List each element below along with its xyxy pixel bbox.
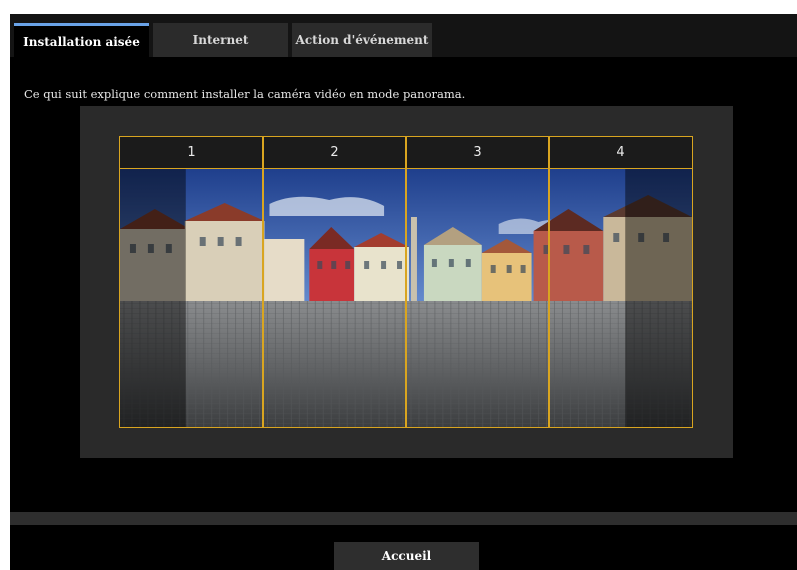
home-button[interactable]: Accueil [334,542,479,570]
segment-divider [405,137,407,427]
tab-action-evenement[interactable]: Action d'événement [292,23,432,57]
left-strip [0,14,10,570]
tab-label: Action d'événement [295,33,429,47]
tab-internet[interactable]: Internet [153,23,288,57]
top-strip [0,0,797,14]
segment-label-1: 1 [187,145,196,160]
description-text: Ce qui suit explique comment installer l… [24,87,466,101]
segment-label-4: 4 [616,145,625,160]
panorama-viewer: 1 2 3 4 [119,136,693,428]
tab-label: Installation aisée [23,34,140,49]
segment-divider [262,137,264,427]
tab-installation-aisee[interactable]: Installation aisée [14,23,149,57]
segment-label-3: 3 [473,145,482,160]
segment-divider [548,137,550,427]
bottom-bar [10,512,797,525]
segment-label-2: 2 [330,145,339,160]
tab-bar: Installation aisée Internet Action d'évé… [10,14,797,57]
tab-label: Internet [192,33,249,47]
